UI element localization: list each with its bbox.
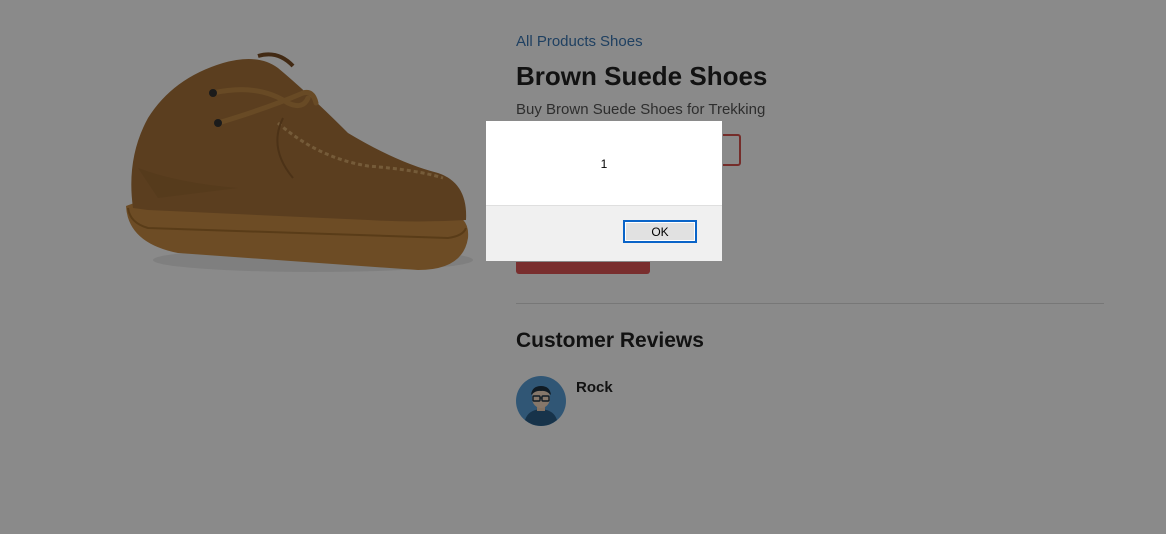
alert-message: 1 xyxy=(600,157,608,171)
alert-dialog: 1 OK xyxy=(485,120,723,262)
alert-footer: OK xyxy=(486,205,722,261)
ok-button[interactable]: OK xyxy=(623,220,697,243)
modal-overlay xyxy=(0,0,1166,534)
